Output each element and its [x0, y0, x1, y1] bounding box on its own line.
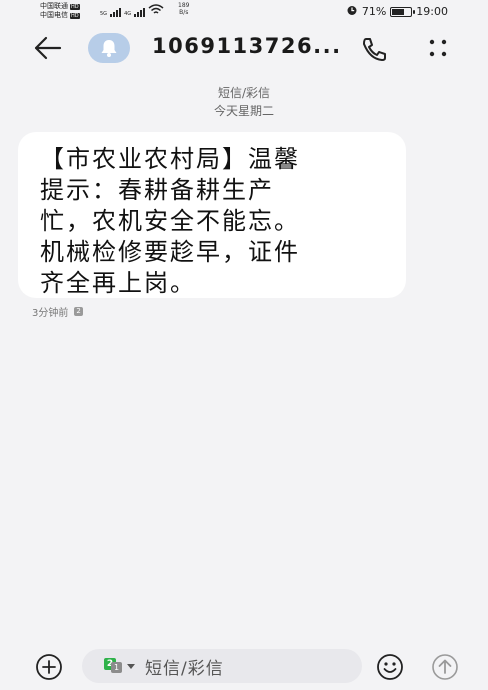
network-speed: 189 B/s: [178, 2, 189, 16]
plus-circle-icon: [36, 654, 62, 680]
signal-bars-icon: [134, 8, 146, 17]
composer-bar: 2 1 短信/彩信: [0, 640, 488, 690]
send-arrow-icon: [432, 654, 458, 680]
thread-type: 短信/彩信: [217, 86, 271, 100]
contact-number[interactable]: 1069113726...: [152, 34, 342, 58]
message-input[interactable]: 2 1 短信/彩信: [82, 649, 362, 683]
back-button[interactable]: [32, 34, 64, 62]
thread-day: 今天星期二: [213, 104, 274, 118]
sim-selector[interactable]: 2 1: [104, 658, 135, 674]
net-type-2: 4G: [124, 11, 132, 17]
chevron-down-icon: [127, 663, 135, 669]
message-time: 3分钟前: [32, 308, 69, 319]
message-line: 提示：春耕备耕生产: [40, 176, 274, 204]
net-type-1: 5G: [100, 11, 108, 17]
sim-badge: 2: [74, 307, 83, 316]
alarm-icon: [346, 4, 358, 19]
message-line: 【市农业农村局】温馨: [40, 145, 300, 173]
more-dots-icon: [429, 39, 447, 57]
carrier-info: 中国联通 HD 中国电信 HD: [40, 2, 80, 20]
message-bubble[interactable]: 【市农业农村局】温馨 提示：春耕备耕生产 忙，农机安全不能忘。 机械检修要趁早，…: [18, 132, 406, 298]
sms-screen: 中国联通 HD 中国电信 HD 5G 4G 189 B/s 71% 19:00 …: [0, 0, 488, 690]
thread-meta: 短信/彩信 今天星期二: [0, 84, 488, 120]
add-attachment-button[interactable]: [34, 652, 64, 682]
clock: 19:00: [416, 5, 448, 18]
conversation-header: 1069113726...: [0, 24, 488, 72]
contact-avatar[interactable]: [88, 33, 130, 63]
sim-card-icon: 2 1: [104, 658, 122, 674]
signal-bars-icon: [110, 8, 122, 17]
call-button[interactable]: [360, 36, 390, 62]
wifi-icon: [148, 4, 164, 17]
speed-value: 189: [178, 2, 190, 9]
battery-percent: 71%: [361, 5, 387, 18]
message-line: 机械检修要趁早，证件: [40, 238, 300, 266]
sim-secondary: 1: [111, 662, 122, 673]
status-right: 71% 19:00: [346, 4, 448, 19]
network-indicators: 5G 4G: [100, 4, 164, 17]
bell-icon: [101, 40, 117, 57]
message-line: 忙，农机安全不能忘。: [40, 207, 300, 235]
phone-icon: [363, 38, 386, 61]
more-button[interactable]: [424, 36, 452, 60]
message-text: 【市农业农村局】温馨 提示：春耕备耕生产 忙，农机安全不能忘。 机械检修要趁早，…: [40, 144, 384, 299]
input-placeholder: 短信/彩信: [145, 658, 224, 679]
emoji-button[interactable]: [374, 652, 406, 682]
send-button[interactable]: [428, 652, 462, 682]
message-timestamp: 3分钟前 2: [32, 304, 83, 319]
carrier-2: 中国电信: [40, 11, 68, 19]
arrow-left-icon: [34, 36, 62, 60]
hd-badge: HD: [70, 12, 80, 19]
carrier-1: 中国联通: [40, 2, 68, 10]
battery-icon: [390, 6, 416, 17]
smiley-icon: [377, 654, 403, 680]
hd-badge: HD: [70, 3, 80, 10]
message-line: 齐全再上岗。: [40, 269, 196, 297]
speed-unit: B/s: [179, 9, 189, 16]
status-bar: 中国联通 HD 中国电信 HD 5G 4G 189 B/s 71% 19:00: [0, 0, 488, 24]
